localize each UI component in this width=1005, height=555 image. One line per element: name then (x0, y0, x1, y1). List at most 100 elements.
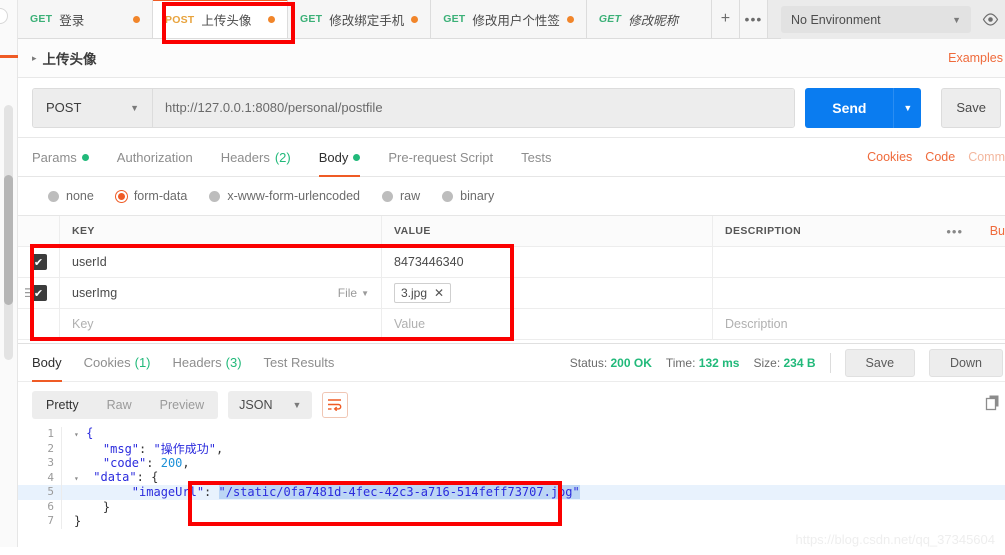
examples-link[interactable]: Examples (948, 51, 1003, 65)
row-value-cell[interactable]: 8473446340 (382, 247, 713, 277)
tab-label: Params (32, 149, 77, 165)
breadcrumb[interactable]: ▸ 上传头像 (18, 48, 97, 68)
tab-method-label: POST (165, 13, 195, 26)
url-input[interactable]: http://127.0.0.1:8080/personal/postfile (153, 88, 795, 127)
line-number: 1 (18, 427, 62, 442)
tab-body[interactable]: Body (318, 138, 361, 177)
http-method-select[interactable]: POST ▼ (33, 88, 153, 127)
response-tab-body[interactable]: Body (32, 343, 62, 382)
row-description-cell[interactable]: Description (713, 309, 1005, 339)
save-response-button[interactable]: Save (844, 348, 916, 377)
time-label: Time: (665, 355, 696, 370)
row-key-cell[interactable]: userId (60, 247, 382, 277)
row-type-select[interactable]: File ▼ (338, 286, 369, 300)
tab-label: Headers (172, 355, 222, 370)
response-tab-headers[interactable]: Headers (3) (173, 343, 242, 382)
request-tab-bar: GET 登录 POST 上传头像 GET 修改绑定手机 GET 修改用户个性签 … (18, 0, 1005, 39)
tab-count: (2) (274, 149, 291, 165)
row-description-cell[interactable] (713, 278, 1005, 308)
chevron-down-icon: ▼ (952, 14, 961, 25)
table-row[interactable]: ✔ userId 8473446340 (18, 247, 1005, 278)
body-type-raw[interactable]: raw (382, 189, 420, 203)
radio-selected-icon (115, 190, 127, 202)
request-tab-1[interactable]: POST 上传头像 (153, 0, 288, 38)
sidebar-scrollbar-thumb[interactable] (4, 175, 13, 305)
code-line-highlighted: 5 "imageUrl": "/static/0fa7481d-4fec-42c… (18, 485, 1005, 500)
file-chip[interactable]: 3.jpg ✕ (394, 283, 452, 303)
send-options-button[interactable]: ▼ (893, 87, 922, 128)
table-row-empty[interactable]: Key Value Description (18, 309, 1005, 340)
row-key-cell[interactable]: Key (60, 309, 382, 339)
cookies-link[interactable]: Cookies (867, 150, 912, 164)
table-options-button[interactable]: ••• (946, 224, 963, 239)
row-checkbox-cell[interactable]: ✔ (18, 247, 60, 277)
view-mode-preview[interactable]: Preview (146, 391, 218, 419)
body-type-label: form-data (133, 189, 188, 203)
line-content: ▾ { (74, 426, 94, 440)
tab-pre-request-script[interactable]: Pre-request Script (388, 138, 493, 177)
send-button[interactable]: Send (805, 87, 894, 128)
url-row: POST ▼ http://127.0.0.1:8080/personal/po… (18, 78, 1005, 138)
header-key-label: KEY (72, 225, 95, 237)
row-description-cell[interactable] (713, 247, 1005, 277)
tab-title: 修改昵称 (628, 13, 679, 28)
tab-overflow-menu-button[interactable]: ••• (739, 0, 768, 38)
table-row[interactable]: ☰ ✔ userImg File ▼ 3.jpg ✕ (18, 278, 1005, 309)
code-link[interactable]: Code (925, 150, 955, 164)
request-tab-0[interactable]: GET 登录 (18, 0, 153, 38)
row-value-cell[interactable]: Value (382, 309, 713, 339)
tab-authorization[interactable]: Authorization (117, 138, 193, 177)
radio-icon (442, 190, 454, 202)
body-type-form-data[interactable]: form-data (115, 189, 188, 203)
copy-icon[interactable] (985, 394, 1001, 416)
tab-headers[interactable]: Headers (2) (221, 138, 291, 177)
row-value-text: 8473446340 (394, 255, 464, 269)
row-key-text: userId (72, 255, 107, 269)
eye-icon[interactable] (979, 9, 1001, 31)
bulk-edit-link[interactable]: Bu (990, 224, 1005, 238)
header-value-cell: VALUE (382, 216, 713, 246)
tab-tests[interactable]: Tests (521, 138, 551, 177)
format-label: JSON (239, 397, 273, 412)
row-type-label: File (337, 286, 358, 300)
unsaved-dot-icon (133, 15, 140, 23)
header-description-cell: DESCRIPTION ••• Bu (713, 216, 1005, 246)
response-tab-test-results[interactable]: Test Results (264, 343, 335, 382)
drag-handle-icon[interactable]: ☰ (24, 287, 35, 299)
tab-label: Test Results (263, 355, 335, 370)
request-tab-2[interactable]: GET 修改绑定手机 (288, 0, 432, 38)
request-tab-4[interactable]: GET 修改昵称 (586, 0, 712, 38)
row-key-text: userImg (72, 286, 118, 300)
chevron-down-icon: ▼ (361, 288, 369, 298)
view-mode-raw[interactable]: Raw (93, 391, 146, 419)
response-tab-cookies[interactable]: Cookies (1) (84, 343, 151, 382)
new-tab-button[interactable]: + (711, 0, 740, 38)
response-body-code[interactable]: 1 ▾ { 2 "msg": "操作成功", 3 "code": 200, 4 … (18, 426, 1005, 529)
body-type-label: x-www-form-urlencoded (227, 189, 360, 203)
row-key-cell[interactable]: userImg File ▼ (60, 278, 382, 308)
wrap-lines-icon[interactable] (322, 391, 349, 418)
response-format-select[interactable]: JSON ▼ (228, 390, 313, 419)
body-type-none[interactable]: none (48, 189, 94, 203)
checkbox-checked-icon[interactable]: ✔ (30, 254, 47, 270)
comments-link[interactable]: Comm (968, 150, 1005, 164)
size-badge: Size: 234 B (753, 356, 815, 370)
row-value-cell[interactable]: 3.jpg ✕ (382, 278, 713, 308)
download-response-button[interactable]: Down (929, 348, 1003, 377)
tab-label: Tests (521, 149, 552, 165)
body-type-x-www-form-urlencoded[interactable]: x-www-form-urlencoded (209, 189, 360, 203)
tab-count: (3) (225, 355, 242, 370)
body-type-binary[interactable]: binary (442, 189, 494, 203)
response-tabs-bar: Body Cookies (1) Headers (3) Test Result… (18, 343, 1005, 382)
line-content: "imageUrl": "/static/0fa7481d-4fec-42c3-… (131, 485, 580, 499)
environment-select[interactable]: No Environment ▼ (781, 6, 971, 33)
request-tab-3[interactable]: GET 修改用户个性签 (431, 0, 587, 38)
view-mode-pretty[interactable]: Pretty (32, 391, 93, 419)
tab-count: (1) (134, 355, 151, 370)
unsaved-dot-icon (566, 15, 574, 23)
tab-params[interactable]: Params (32, 138, 89, 177)
remove-file-icon[interactable]: ✕ (434, 286, 444, 300)
save-request-button[interactable]: Save (941, 87, 1001, 128)
row-checkbox-cell[interactable] (18, 309, 60, 339)
line-content: "code": 200, (102, 456, 190, 470)
